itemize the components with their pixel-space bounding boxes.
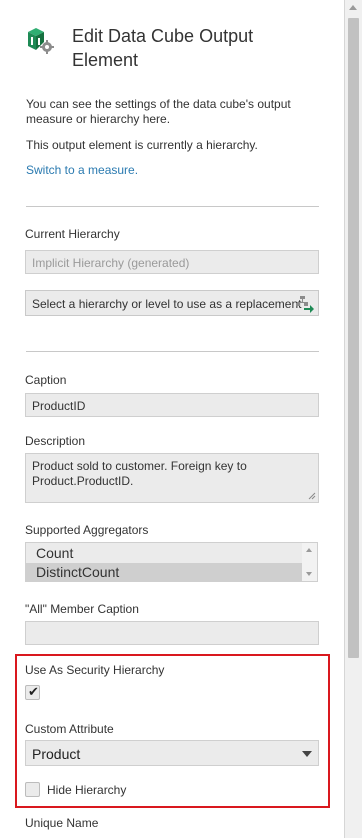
panel-header: Edit Data Cube Output Element (26, 24, 302, 72)
intro-status: This output element is currently a hiera… (26, 138, 258, 152)
resize-grip-icon[interactable] (308, 492, 316, 500)
hierarchy-select-icon (295, 295, 315, 313)
unique-name-label: Unique Name (25, 816, 99, 830)
scroll-down-icon[interactable] (306, 572, 312, 576)
description-textarea[interactable]: Product sold to customer. Foreign key to… (25, 453, 319, 503)
supported-aggregators-label: Supported Aggregators (25, 523, 149, 537)
list-item[interactable]: DistinctCount (26, 563, 303, 582)
custom-attribute-select[interactable]: Product (25, 740, 319, 766)
scroll-thumb[interactable] (348, 18, 359, 658)
check-icon: ✔ (28, 685, 39, 700)
switch-to-measure-link[interactable]: Switch to a measure. (26, 163, 138, 178)
current-hierarchy-value: Implicit Hierarchy (generated) (32, 256, 190, 270)
supported-aggregators-list[interactable]: Count DistinctCount (25, 542, 318, 582)
intro-description: You can see the settings of the data cub… (26, 97, 291, 126)
all-member-caption-label: "All" Member Caption (25, 602, 139, 616)
panel-scrollbar[interactable] (345, 0, 362, 838)
data-cube-settings-icon (26, 26, 54, 54)
caption-label: Caption (25, 373, 67, 387)
edit-output-element-panel: Edit Data Cube Output Element You can se… (0, 0, 345, 838)
description-value: Product sold to customer. Foreign key to… (32, 459, 247, 488)
caption-input[interactable]: ProductID (25, 393, 319, 417)
all-member-caption-input[interactable] (25, 621, 319, 645)
current-hierarchy-label: Current Hierarchy (25, 227, 120, 241)
security-hierarchy-label: Use As Security Hierarchy (25, 663, 165, 677)
select-replacement-label: Select a hierarchy or level to use as a … (32, 297, 302, 311)
scroll-up-icon[interactable] (349, 5, 357, 10)
current-hierarchy-field: Implicit Hierarchy (generated) (25, 250, 319, 274)
security-hierarchy-checkbox[interactable]: ✔ (25, 685, 40, 700)
list-item[interactable]: Count (26, 544, 303, 563)
divider (26, 206, 319, 207)
description-label: Description (25, 434, 86, 448)
panel-title: Edit Data Cube Output Element (72, 26, 254, 70)
chevron-down-icon (302, 751, 312, 757)
caption-value: ProductID (32, 399, 86, 413)
scroll-up-icon[interactable] (306, 548, 312, 552)
hide-hierarchy-checkbox[interactable] (25, 782, 40, 797)
divider (26, 351, 319, 352)
select-replacement-button[interactable]: Select a hierarchy or level to use as a … (25, 290, 319, 316)
custom-attribute-label: Custom Attribute (25, 722, 114, 736)
hide-hierarchy-label: Hide Hierarchy (47, 783, 127, 797)
list-scrollbar[interactable] (302, 543, 317, 581)
custom-attribute-value: Product (32, 746, 81, 762)
